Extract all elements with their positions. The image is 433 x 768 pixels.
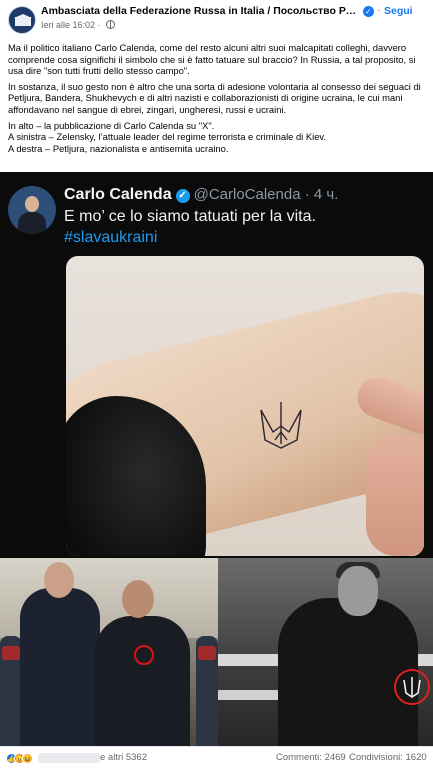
caption-line: A destra – Petljura, nazionalista e anti… xyxy=(8,142,229,154)
embassy-building-body xyxy=(15,17,31,26)
tattoo-photo xyxy=(66,256,424,556)
meta-separator: · xyxy=(97,20,101,30)
follow-button[interactable]: Segui xyxy=(384,5,413,17)
header-separator: · xyxy=(377,5,381,16)
post-caption: In alto – la pubblicazione di Carlo Cale… xyxy=(8,120,428,155)
tweet-author-avatar xyxy=(8,186,56,234)
man-in-suit xyxy=(20,588,100,746)
page-avatar[interactable] xyxy=(8,6,36,34)
thumb xyxy=(366,436,424,556)
petliura-photo xyxy=(218,558,433,746)
man-head xyxy=(44,562,74,598)
post-header: Ambasciata della Federazione Russa in It… xyxy=(0,0,433,38)
reactions-bar: 👍 😠 😆 e altri 5362 Commenti: 2469 Condiv… xyxy=(0,746,433,768)
guard-hat xyxy=(198,646,216,660)
page-name-link[interactable]: Ambasciata della Federazione Russa in It… xyxy=(41,5,361,17)
post-meta: Ieri alle 16:02 · xyxy=(41,20,116,30)
tweet-hashtag: #slavaukraini xyxy=(64,229,158,246)
avatar-torso xyxy=(18,212,46,234)
trident-badge-icon xyxy=(403,677,421,698)
reactions-count[interactable]: e altri 5362 xyxy=(100,752,147,763)
caption-line: A sinistra – Zelensky, l’attuale leader … xyxy=(8,131,327,143)
tweet-verified-icon: ✓ xyxy=(175,189,190,203)
seated-figure xyxy=(278,598,418,746)
post-timestamp[interactable]: Ieri alle 16:02 xyxy=(41,20,95,30)
shares-count[interactable]: Condivisioni: 1620 xyxy=(349,752,427,763)
post-body: Ma il politico italiano Carlo Calenda, c… xyxy=(8,42,428,158)
figure-face xyxy=(338,566,378,616)
tweet-handle: @CarloCalenda · 4 ч. xyxy=(193,186,339,203)
tweet-author-line: Carlo Calenda ✓ @CarloCalenda · 4 ч. xyxy=(64,186,338,204)
verified-badge-icon: ✓ xyxy=(363,6,374,17)
guard-hat xyxy=(2,646,20,660)
avatar-head xyxy=(25,196,39,212)
caption-line: In alto – la pubblicazione di Carlo Cale… xyxy=(8,119,215,131)
post-paragraph: Ma il politico italiano Carlo Calenda, c… xyxy=(8,42,416,77)
post-image[interactable]: Carlo Calenda ✓ @CarloCalenda · 4 ч. E mo’… xyxy=(0,172,433,746)
tweet-author-name: Carlo Calenda xyxy=(64,186,172,203)
man-head xyxy=(122,580,154,618)
post-paragraph: In sostanza, il suo gesto non è altro ch… xyxy=(8,80,421,115)
man-in-sweater xyxy=(95,616,190,746)
comments-count[interactable]: Commenti: 2469 xyxy=(276,752,346,763)
tweet-text: E mo’ ce lo siamo tatuati per la vita. xyxy=(64,208,316,225)
blurred-reactor-names xyxy=(38,753,100,763)
zelensky-photo xyxy=(0,558,218,746)
globe-icon xyxy=(106,20,116,29)
highlight-circle xyxy=(134,645,154,665)
trident-tattoo-icon xyxy=(260,402,302,449)
haha-reaction-icon[interactable]: 😆 xyxy=(22,753,33,764)
